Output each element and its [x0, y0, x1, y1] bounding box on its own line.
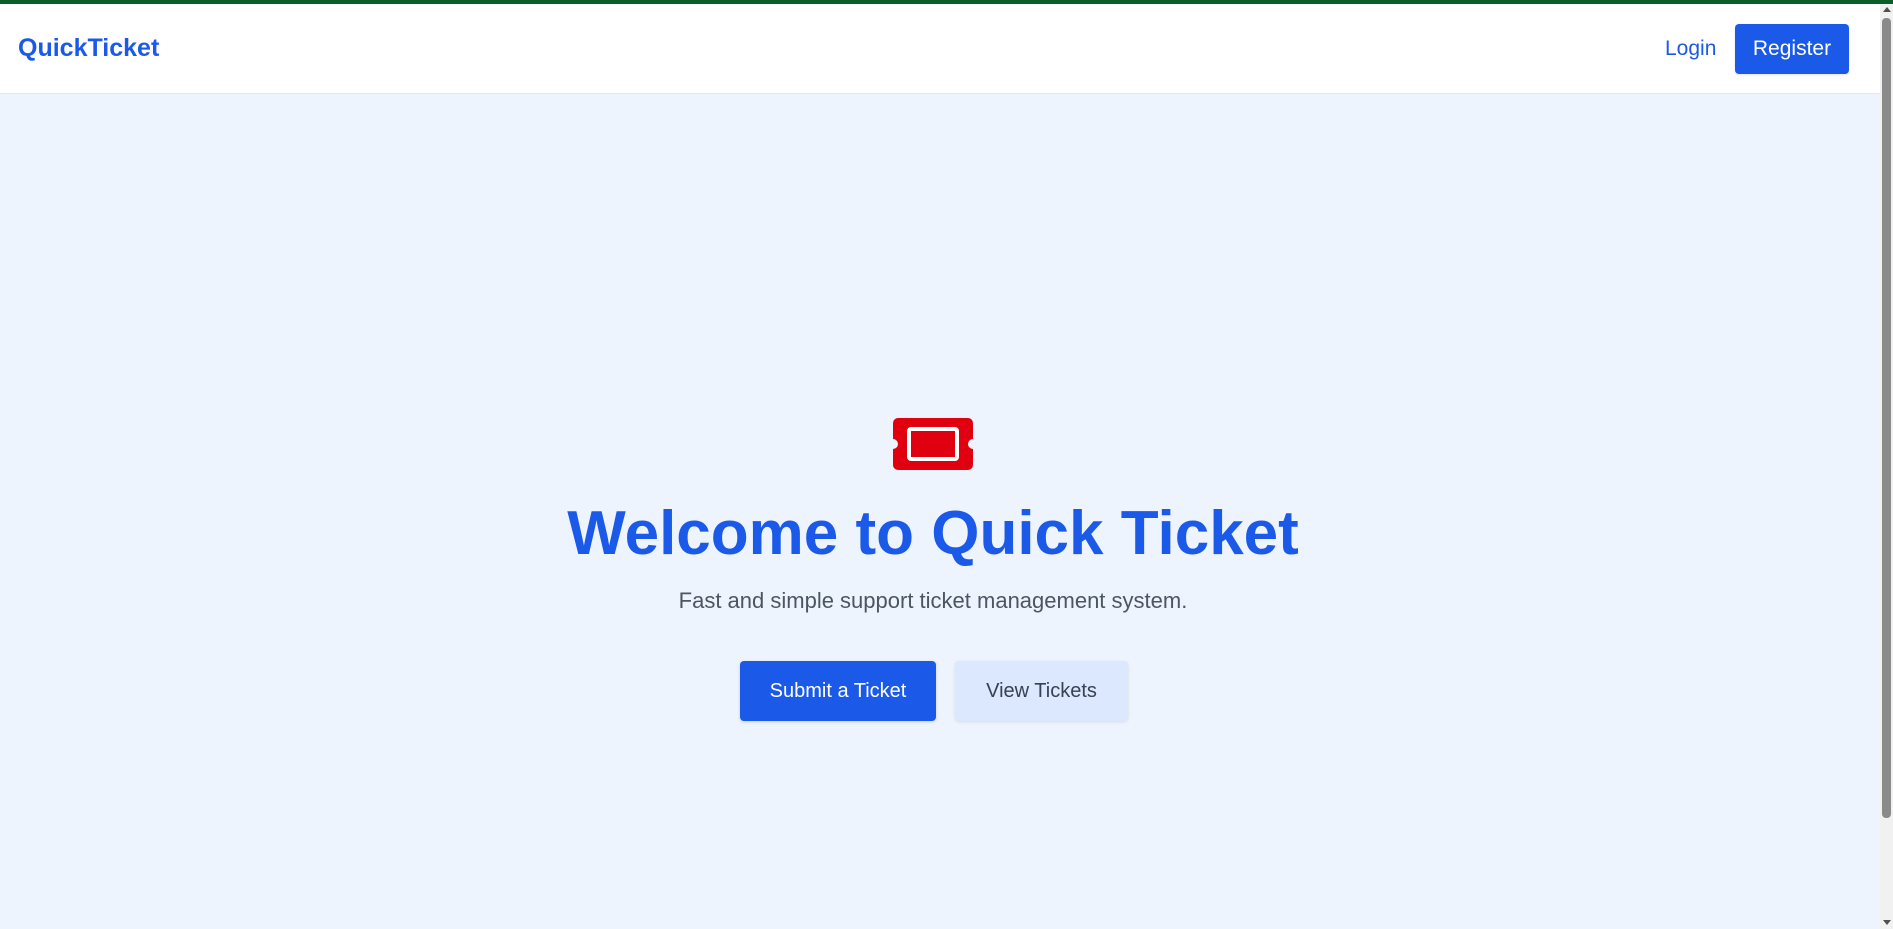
hero-section: Welcome to Quick Ticket Fast and simple … [0, 94, 1880, 929]
page-title: Welcome to Quick Ticket [567, 499, 1299, 568]
submit-ticket-button[interactable]: Submit a Ticket [740, 661, 936, 721]
login-link[interactable]: Login [1665, 37, 1716, 61]
scroll-thumb[interactable] [1882, 18, 1891, 818]
page: QuickTicket Login Register Welcome to Qu… [0, 4, 1880, 929]
view-tickets-button[interactable]: View Tickets [955, 661, 1128, 721]
scroll-down-arrow-icon[interactable] [1883, 920, 1891, 925]
ticket-icon [893, 418, 973, 470]
vertical-scrollbar[interactable] [1880, 4, 1893, 929]
register-button[interactable]: Register [1735, 24, 1849, 74]
brand-logo[interactable]: QuickTicket [18, 34, 159, 63]
scroll-up-arrow-icon[interactable] [1883, 7, 1891, 12]
navbar: QuickTicket Login Register [0, 4, 1880, 94]
page-subtitle: Fast and simple support ticket managemen… [678, 588, 1188, 613]
